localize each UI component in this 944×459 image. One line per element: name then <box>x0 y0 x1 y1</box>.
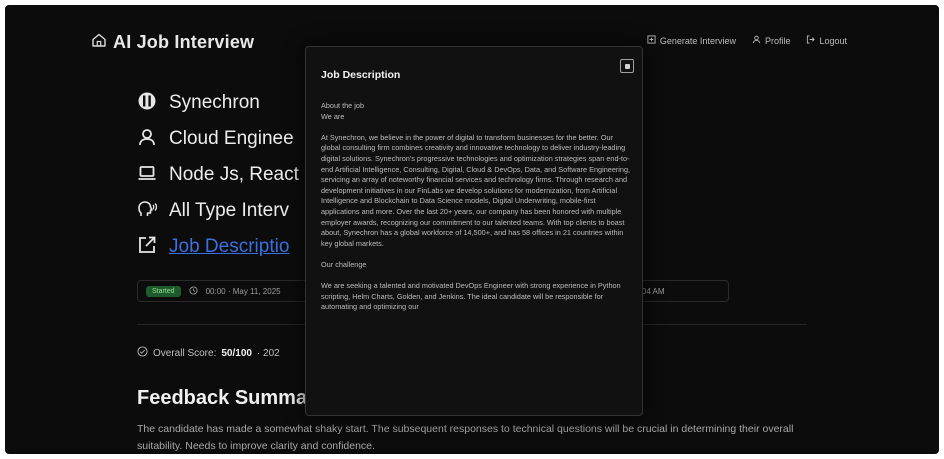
overall-score: Overall Score: 50/100 · 202 <box>137 346 280 360</box>
feedback-title: Feedback Summa <box>137 387 308 409</box>
brand-title: AI Job Interview <box>113 32 255 52</box>
skills-row: Node Js, React <box>137 157 299 193</box>
clock-icon <box>189 285 198 297</box>
check-circle-icon <box>137 346 148 360</box>
status-time-left: 00:00 · May 11, 2025 <box>205 286 281 296</box>
interview-type: All Type Interv <box>169 200 290 221</box>
nav-menu: Generate Interview Profile Logout <box>647 35 847 46</box>
status-badge: Started <box>146 285 181 297</box>
job-skills: Node Js, React <box>169 164 299 185</box>
interview-type-row: All Type Interv <box>137 193 299 229</box>
user-icon <box>137 127 157 152</box>
interview-details: Synechron Cloud Enginee Node Js, React A… <box>137 85 299 265</box>
nav-logout[interactable]: Logout <box>806 35 847 46</box>
speaking-head-icon <box>137 199 158 224</box>
file-plus-icon <box>647 35 656 46</box>
close-button[interactable] <box>620 59 634 73</box>
company-name: Synechron <box>169 92 260 113</box>
close-icon <box>624 63 630 69</box>
job-role: Cloud Enginee <box>169 128 294 149</box>
about-heading: About the job <box>321 101 365 110</box>
job-description-row: Job Descriptio <box>137 229 299 265</box>
user-icon <box>752 35 761 46</box>
score-suffix: · 202 <box>256 347 280 359</box>
logout-icon <box>806 35 816 46</box>
external-link-icon <box>137 235 157 260</box>
nav-generate-label: Generate Interview <box>659 35 736 46</box>
company-row: Synechron <box>137 85 299 121</box>
job-description-link[interactable]: Job Descriptio <box>169 236 289 258</box>
challenge-paragraph: We are seeking a talented and motivated … <box>321 281 621 312</box>
nav-profile[interactable]: Profile <box>752 35 791 46</box>
job-description-modal: Job Description About the job We are At … <box>305 46 643 416</box>
app-window: AI Job Interview Generate Interview Prof… <box>5 5 939 454</box>
score-value: 50/100 <box>221 347 252 359</box>
score-label: Overall Score: <box>153 347 217 359</box>
role-row: Cloud Enginee <box>137 121 299 157</box>
feedback-summary: The candidate has made a somewhat shaky … <box>137 423 794 452</box>
challenge-heading: Our challenge <box>321 259 367 269</box>
modal-body: About the job We are At Synechron, we be… <box>321 101 631 323</box>
home-icon <box>91 32 107 53</box>
we-are-text: We are <box>321 111 345 121</box>
nav-profile-label: Profile <box>764 35 791 46</box>
company-logo-icon <box>137 91 157 116</box>
modal-title: Job Description <box>321 69 401 81</box>
company-paragraph: At Synechron, we believe in the power of… <box>321 132 631 248</box>
nav-generate-interview[interactable]: Generate Interview <box>647 35 736 46</box>
nav-logout-label: Logout <box>819 35 847 46</box>
laptop-icon <box>137 163 157 188</box>
brand[interactable]: AI Job Interview <box>91 32 254 53</box>
